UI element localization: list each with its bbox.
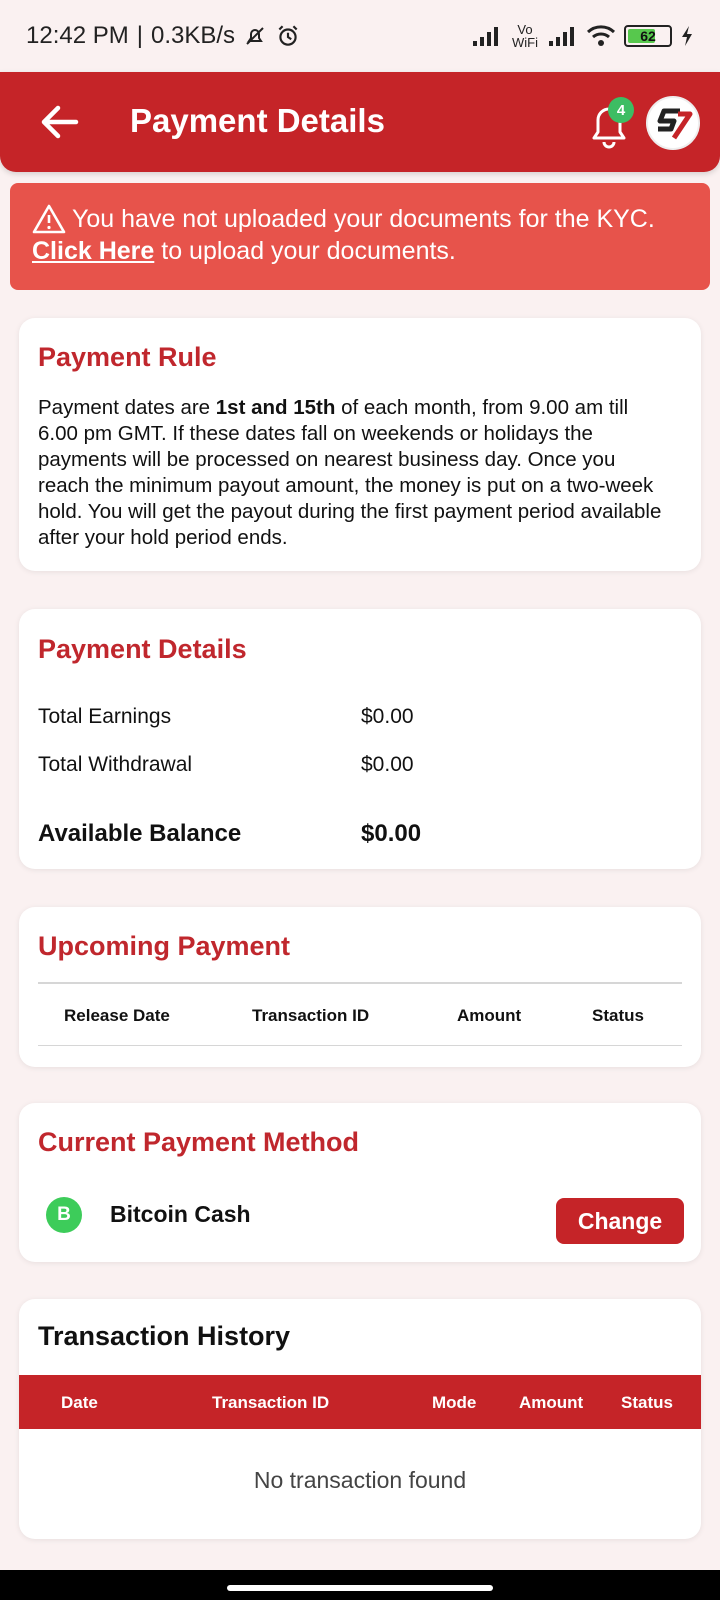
brand-logo-icon	[657, 108, 693, 140]
payment-details-card: Payment Details Total Earnings $0.00 Tot…	[19, 609, 701, 869]
column-header-transaction-id: Transaction ID	[212, 1393, 330, 1412]
mute-icon	[243, 24, 267, 48]
total-earnings-value: $0.00	[361, 705, 414, 728]
page-title: Payment Details	[130, 102, 385, 139]
wifi-icon	[586, 24, 616, 48]
transaction-table-header: Date Transaction ID Mode Amount Status	[19, 1375, 701, 1429]
available-balance-value: $0.00	[361, 820, 422, 847]
total-earnings-label: Total Earnings	[38, 705, 172, 728]
payment-method-title: Current Payment Method	[38, 1127, 360, 1157]
payment-rule-card: Payment Rule Payment dates are 1st and 1…	[19, 318, 701, 571]
column-header-mode: Mode	[432, 1393, 477, 1412]
column-header-status: Status	[621, 1393, 673, 1412]
app-bar: Payment Details 4	[0, 72, 720, 172]
payment-method-card: Current Payment Method B Bitcoin Cash Ch…	[19, 1103, 701, 1262]
alarm-icon	[275, 23, 301, 49]
signal-icon-2	[548, 25, 578, 47]
vowifi-label: Vo WiFi	[512, 22, 538, 50]
kyc-upload-link[interactable]: Click Here	[32, 237, 154, 265]
total-withdrawal-value: $0.00	[361, 753, 414, 776]
column-header-status: Status	[592, 1006, 644, 1025]
payment-rule-title: Payment Rule	[38, 342, 217, 372]
transaction-history-card: Transaction History Date Transaction ID …	[19, 1299, 701, 1539]
network-speed: 0.3KB/s	[150, 22, 236, 49]
column-header-release-date: Release Date	[64, 1006, 170, 1025]
payment-method-name: Bitcoin Cash	[110, 1201, 251, 1227]
status-time: 12:42 PM	[26, 22, 129, 49]
kyc-link-suffix: to upload your documents.	[154, 237, 456, 265]
payment-rule-text: Payment dates are 1st and 15th of each m…	[38, 396, 662, 549]
change-payment-method-button[interactable]: Change	[556, 1198, 684, 1244]
payment-details-title: Payment Details	[38, 634, 247, 664]
home-gesture-handle[interactable]	[227, 1585, 493, 1591]
available-balance-label: Available Balance	[38, 820, 242, 847]
back-arrow-icon	[41, 105, 79, 139]
avatar[interactable]	[646, 96, 700, 150]
empty-transactions-message: No transaction found	[253, 1467, 467, 1493]
column-header-date: Date	[61, 1393, 98, 1412]
warning-icon	[32, 204, 66, 234]
charging-icon	[680, 25, 694, 47]
table-divider	[38, 982, 682, 984]
kyc-banner: You have not uploaded your documents for…	[10, 183, 710, 290]
payment-dates-bold: 1st and 15th	[215, 396, 342, 419]
kyc-message: You have not uploaded your documents for…	[72, 205, 655, 233]
transaction-history-title: Transaction History	[38, 1321, 291, 1351]
status-bar: 12:42 PM | 0.3KB/s Vo WiFi 62	[0, 0, 720, 72]
signal-icon	[472, 25, 502, 47]
battery-icon: 62	[624, 25, 672, 47]
upcoming-payment-card: Upcoming Payment Release Date Transactio…	[19, 907, 701, 1067]
column-header-amount: Amount	[457, 1006, 522, 1025]
bitcoin-cash-icon: B	[46, 1197, 82, 1233]
upcoming-payment-title: Upcoming Payment	[38, 931, 291, 961]
column-header-amount: Amount	[519, 1393, 584, 1412]
table-divider	[38, 1045, 682, 1046]
column-header-transaction-id: Transaction ID	[252, 1006, 370, 1025]
back-button[interactable]	[36, 98, 84, 146]
notifications-button[interactable]: 4	[584, 97, 640, 150]
notification-badge: 4	[608, 97, 634, 123]
total-withdrawal-label: Total Withdrawal	[38, 753, 193, 776]
